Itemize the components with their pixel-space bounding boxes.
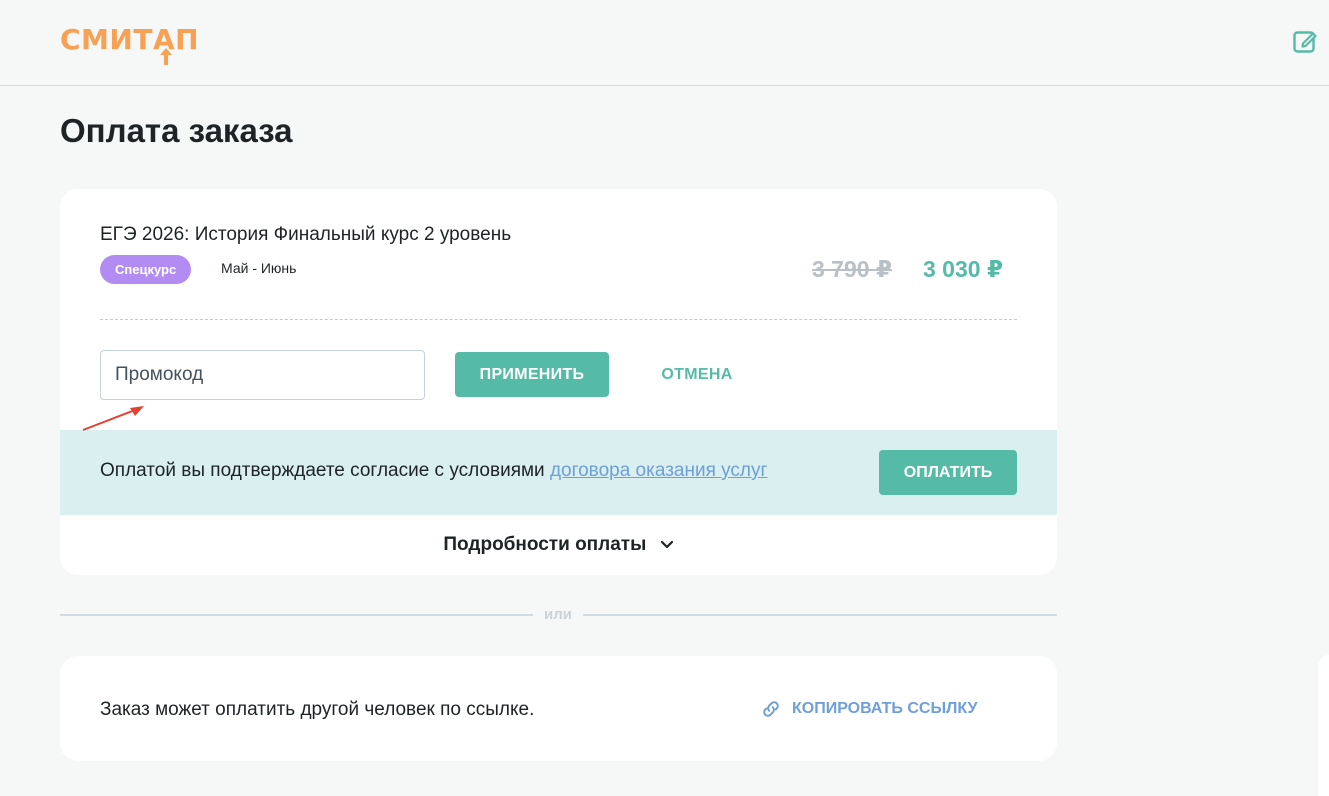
smitap-logo[interactable]: СМИТ А П (60, 22, 199, 66)
logo-arrow-icon (159, 48, 172, 65)
page-title: Оплата заказа (60, 112, 293, 149)
dashed-divider (100, 319, 1017, 320)
promo-code-input[interactable] (100, 350, 425, 400)
course-type-badge: Спецкурс (100, 255, 192, 284)
top-bar: СМИТ А П (0, 0, 1329, 86)
separator-or-text: или (544, 606, 572, 623)
side-card-edge (1318, 654, 1329, 796)
red-annotation-arrow-icon (82, 406, 144, 431)
course-title: ЕГЭ 2026: История Финальный курс 2 урове… (100, 224, 512, 245)
cancel-promo-button[interactable]: ОТМЕНА (645, 352, 749, 397)
new-price: 3 030 ₽ (923, 256, 1003, 282)
logo-text-part3: П (175, 23, 200, 56)
share-link-card: Заказ может оплатить другой человек по с… (60, 656, 1057, 761)
logo-text-part2: А (153, 22, 175, 65)
separator-line-right (583, 614, 1057, 616)
course-dates: Май - Июнь (221, 260, 297, 276)
chevron-down-icon (660, 540, 673, 549)
copy-link-button[interactable]: КОПИРОВАТЬ ССЫЛКУ (760, 696, 977, 722)
pay-button[interactable]: ОПЛАТИТЬ (879, 450, 1017, 495)
payment-band: Оплатой вы подтверждаете согласие с усло… (60, 430, 1057, 515)
consent-text: Оплатой вы подтверждаете согласие с усло… (100, 460, 767, 482)
service-agreement-link[interactable]: договора оказания услуг (550, 460, 768, 481)
link-icon (763, 701, 779, 717)
payment-details-label: Подробности оплаты (443, 534, 647, 555)
edit-icon[interactable] (1292, 28, 1318, 54)
share-link-description: Заказ может оплатить другой человек по с… (100, 699, 535, 720)
payment-details-toggle[interactable]: Подробности оплаты (60, 534, 1057, 556)
copy-link-label: КОПИРОВАТЬ ССЫЛКУ (792, 700, 978, 717)
separator-line-left (60, 614, 533, 616)
old-price: 3 790 ₽ (812, 256, 892, 282)
consent-label: Оплатой вы подтверждаете согласие с усло… (100, 460, 550, 481)
apply-promo-button[interactable]: ПРИМЕНИТЬ (455, 352, 609, 397)
order-card: ЕГЭ 2026: История Финальный курс 2 урове… (60, 189, 1057, 575)
logo-text-part1: СМИТ (60, 23, 153, 56)
